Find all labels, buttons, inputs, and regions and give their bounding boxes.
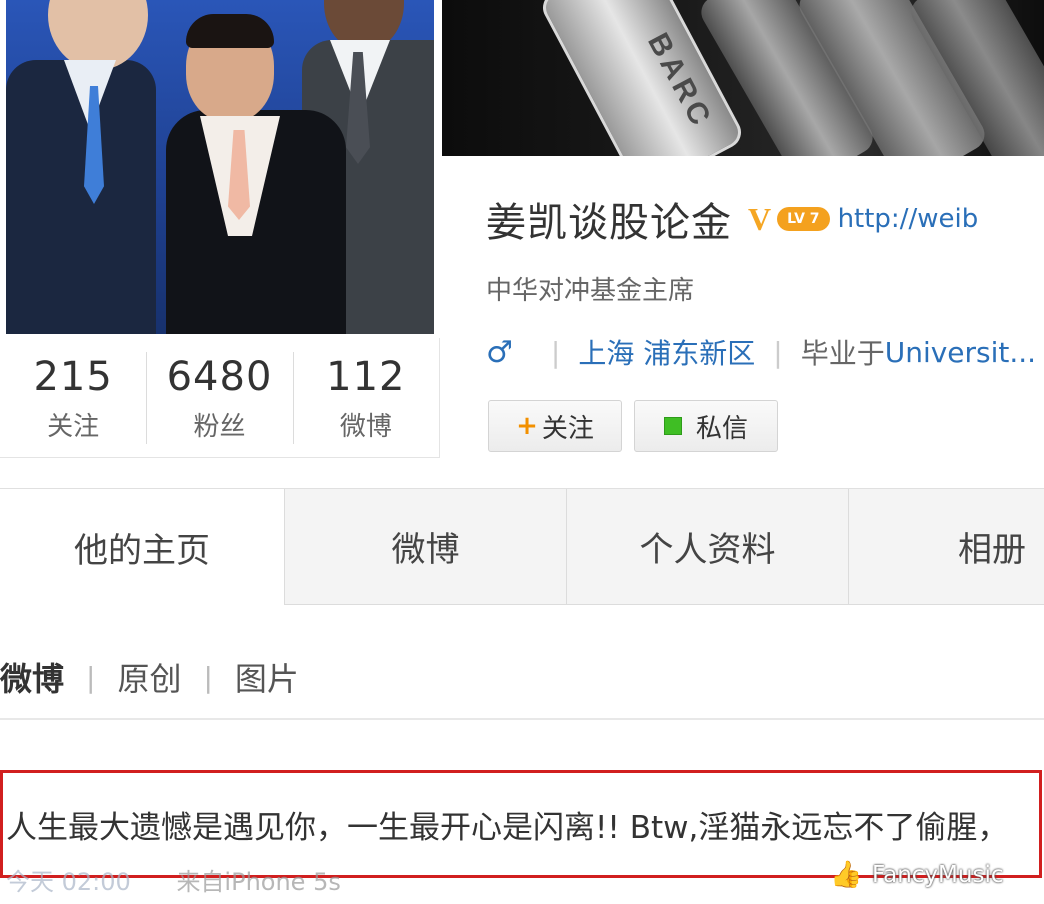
- stat-value: 215: [33, 354, 113, 400]
- tab-profile-info[interactable]: 个人资料: [566, 489, 848, 605]
- profile-meta-row: ♂ | 上海 浦东新区 | 毕业于 Universit... |: [486, 332, 1044, 372]
- filter-separator: |: [86, 660, 96, 694]
- stat-label: 微博: [339, 412, 392, 442]
- profile-avatar-photo[interactable]: [6, 0, 434, 334]
- profile-bio: 中华对冲基金主席: [486, 276, 695, 306]
- message-button-label: 私信: [695, 413, 748, 444]
- message-icon: [663, 417, 682, 435]
- watermark-text: FancyMusic: [872, 862, 1004, 888]
- stat-label: 粉丝: [193, 412, 246, 442]
- follow-button-label: 关注: [541, 413, 594, 444]
- stat-following[interactable]: 215 关注: [0, 338, 146, 457]
- tab-album[interactable]: 相册: [848, 489, 1044, 605]
- feed-filter: 微博 | 原创 | 图片: [0, 654, 299, 700]
- post-text: 人生最大遗憾是遇见你，一生最开心是闪离!! Btw,淫猫永远忘不了偷腥，: [6, 810, 1009, 846]
- meta-separator: |: [550, 335, 561, 369]
- profile-name-row: 姜凯谈股论金 V LV 7 http://weib: [486, 190, 978, 248]
- post-time[interactable]: 今天 02:00: [6, 868, 131, 896]
- tab-home[interactable]: 他的主页: [0, 489, 284, 605]
- profile-url-link[interactable]: http://weib: [838, 204, 979, 234]
- profile-name: 姜凯谈股论金: [486, 200, 732, 246]
- follow-button[interactable]: + 关注: [488, 400, 622, 452]
- filter-all[interactable]: 微博: [0, 654, 64, 700]
- male-icon: ♂: [486, 334, 513, 370]
- profile-tabs: 他的主页 微博 个人资料 相册: [0, 488, 1044, 605]
- stat-value: 112: [326, 354, 406, 400]
- tab-weibo[interactable]: 微博: [284, 489, 566, 605]
- filter-original[interactable]: 原创: [117, 654, 181, 700]
- level-badge[interactable]: LV 7: [777, 207, 830, 231]
- message-button[interactable]: 私信: [634, 400, 778, 452]
- cover-banner: BARC: [442, 0, 1044, 156]
- post-source[interactable]: 来自iPhone 5s: [176, 868, 340, 896]
- education-link[interactable]: Universit...: [885, 336, 1036, 369]
- profile-stats: 215 关注 6480 粉丝 112 微博: [0, 338, 440, 458]
- verified-badge[interactable]: V: [748, 201, 771, 238]
- filter-separator: |: [203, 660, 213, 694]
- location-link[interactable]: 上海 浦东新区: [578, 332, 755, 372]
- stat-value: 6480: [166, 354, 273, 400]
- section-divider: [0, 718, 1044, 720]
- stat-posts[interactable]: 112 微博: [292, 338, 439, 457]
- meta-separator: |: [773, 335, 783, 369]
- post-meta: 今天 02:00 来自iPhone 5s: [6, 862, 341, 897]
- stat-label: 关注: [47, 412, 100, 442]
- education-prefix: 毕业于: [800, 337, 885, 370]
- photo-hair: [186, 14, 274, 48]
- plus-icon: +: [516, 411, 538, 441]
- thumbs-up-icon[interactable]: 👍: [830, 860, 862, 890]
- filter-images[interactable]: 图片: [235, 654, 299, 700]
- stat-followers[interactable]: 6480 粉丝: [146, 338, 292, 457]
- weibo-profile-page: BARC 215 关注 6480 粉丝 112 微博 姜凯谈股论金 V LV 7…: [0, 0, 1044, 904]
